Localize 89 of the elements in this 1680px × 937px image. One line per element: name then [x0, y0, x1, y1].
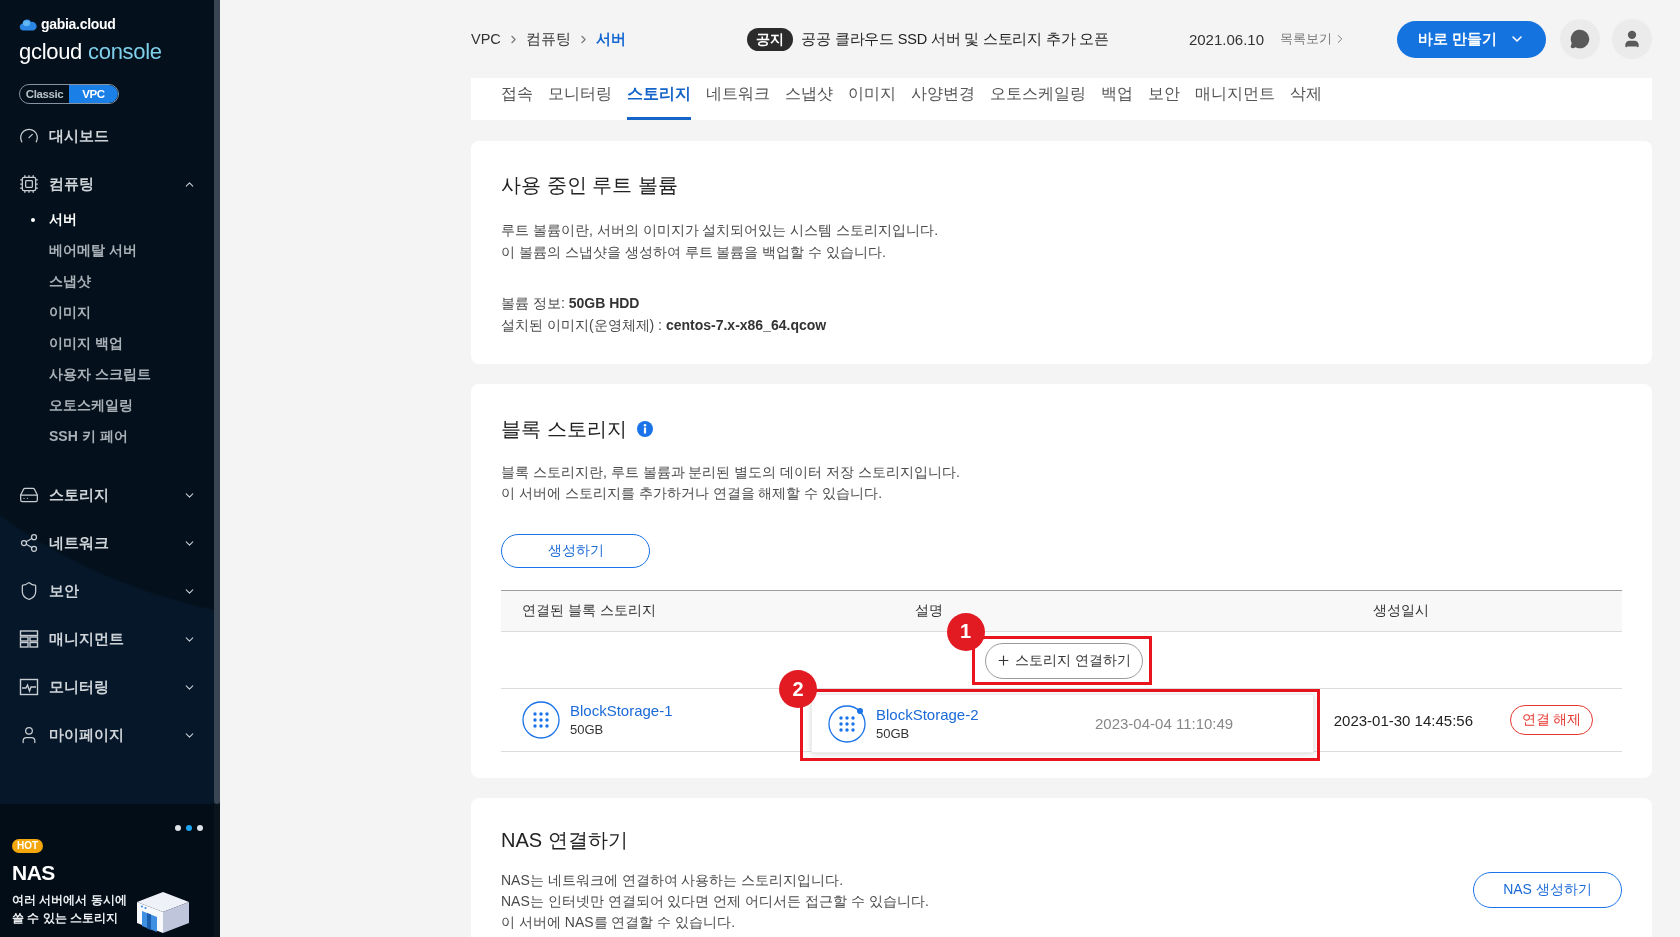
tab[interactable]: 삭제 — [1290, 78, 1322, 120]
monitor-pulse-icon — [19, 677, 39, 697]
storage-box-icon — [136, 891, 190, 933]
notice-date: 2021.06.10 — [1188, 30, 1264, 48]
nav-item[interactable]: 마이페이지 — [0, 711, 214, 759]
nodes-icon — [19, 533, 39, 553]
chip-icon — [19, 174, 39, 194]
storage-grid-icon — [828, 704, 866, 743]
description-text: NAS는 인터넷만 연결되어 있다면 언제 어디서든 접근할 수 있습니다. — [501, 892, 929, 911]
scrollbar-thumb[interactable] — [214, 0, 220, 804]
nav-subitem[interactable]: 베어메탈 서버 — [0, 235, 214, 266]
plus-icon — [996, 653, 1012, 668]
tab[interactable]: 이미지 — [848, 78, 896, 120]
toggle-option[interactable]: Classic — [20, 85, 69, 103]
toggle-option[interactable]: VPC — [69, 85, 118, 103]
description-text: 루트 볼륨이란, 서버의 이미지가 설치되어있는 시스템 스토리지입니다. — [501, 221, 940, 240]
promo-text: 여러 서버에서 동시에 쓸 수 있는 스토리지 — [12, 892, 128, 927]
tab[interactable]: 모니터링 — [548, 78, 612, 120]
product-suffix: console — [88, 39, 162, 65]
disconnect-button[interactable]: 연결 해제 — [1510, 705, 1593, 735]
grid-panel-icon — [19, 629, 39, 649]
nav-subitem[interactable]: 이미지 백업 — [0, 328, 214, 359]
breadcrumb-item[interactable]: 컴퓨팅 — [525, 29, 571, 49]
carousel-dot[interactable] — [175, 825, 181, 831]
storage-size: 50GB — [876, 724, 910, 743]
tab[interactable]: 사양변경 — [911, 78, 975, 120]
column-header: 생성일시 — [1373, 602, 1429, 620]
attach-storage-button[interactable]: 스토리지 연결하기 — [984, 642, 1143, 679]
nav-item[interactable]: 보안 — [0, 567, 214, 615]
tab[interactable]: 접속 — [501, 78, 533, 120]
nav-item[interactable]: 대시보드 — [0, 112, 214, 160]
nav-item[interactable]: 매니지먼트 — [0, 615, 214, 663]
bullet-icon — [31, 217, 35, 222]
hot-badge: HOT — [12, 839, 44, 853]
section-title: 블록 스토리지 — [501, 417, 627, 442]
description-text: 이 볼륨의 스냅샷을 생성하여 루트 볼륨을 백업할 수 있습니다. — [501, 243, 887, 262]
tab[interactable]: 스토리지 — [627, 78, 691, 120]
nav-subitem[interactable]: SSH 키 페어 — [0, 421, 214, 452]
callout-number: 2 — [779, 670, 817, 708]
tab[interactable]: 매니지먼트 — [1195, 78, 1275, 120]
chat-icon — [1570, 29, 1590, 49]
column-header: 설명 — [915, 602, 943, 620]
description-text: NAS는 네트워크에 연결하여 사용하는 스토리지입니다. — [501, 871, 845, 890]
notice-badge: 공지 — [747, 27, 794, 51]
nav-item[interactable]: 스토리지 — [0, 471, 214, 519]
tab[interactable]: 오토스케일링 — [990, 78, 1086, 120]
section-title: NAS 연결하기 — [501, 828, 628, 853]
info-icon[interactable] — [636, 421, 653, 437]
notice-link[interactable]: 공공 클라우드 SSD 서버 및 스토리지 추가 오픈 — [801, 29, 1109, 49]
chat-button[interactable] — [1560, 19, 1600, 59]
storage-grid-icon — [522, 701, 560, 739]
description-text: 이 서버에 스토리지를 추가하거나 연결을 해제할 수 있습니다. — [501, 484, 884, 503]
storage-size: 50GB — [570, 721, 604, 739]
shield-icon — [19, 581, 39, 601]
nav-subitem[interactable]: 스냅샷 — [0, 266, 214, 297]
tab[interactable]: 백업 — [1101, 78, 1133, 120]
detail-text: 볼륨 정보: 50GB HDD — [501, 294, 641, 313]
nav-subitem[interactable]: 이미지 — [0, 297, 214, 328]
breadcrumb-item[interactable]: VPC — [471, 31, 501, 47]
create-nas-button[interactable]: NAS 생성하기 — [1473, 872, 1622, 908]
list-link[interactable]: 목록보기 — [1280, 30, 1347, 48]
created-date: 2023-01-30 14:45:56 — [1333, 711, 1473, 729]
nav-subitem[interactable]: 오토스케일링 — [0, 390, 214, 421]
tab[interactable]: 보안 — [1148, 78, 1180, 120]
product-name: gcloud — [19, 39, 83, 65]
description-text: 이 서버에 NAS를 연결할 수 있습니다. — [501, 913, 737, 932]
section-title: 사용 중인 루트 볼륨 — [501, 173, 678, 198]
storage-name-link[interactable]: BlockStorage-1 — [570, 701, 673, 721]
description-text: 블록 스토리지란, 루트 볼륨과 분리된 별도의 데이터 저장 스토리지입니다. — [501, 463, 961, 482]
tab[interactable]: 스냅샷 — [785, 78, 833, 120]
drive-icon — [19, 485, 39, 505]
carousel-dot[interactable] — [197, 825, 203, 831]
carousel-dot[interactable] — [186, 825, 192, 831]
user-icon — [1622, 29, 1642, 49]
create-storage-button[interactable]: 생성하기 — [501, 534, 650, 568]
tab[interactable]: 네트워크 — [706, 78, 770, 120]
column-header: 연결된 블록 스토리지 — [521, 602, 656, 620]
profile-button[interactable] — [1612, 19, 1652, 59]
create-button[interactable]: 바로 만들기 — [1397, 20, 1546, 58]
nav-subitem[interactable]: 사용자 스크립트 — [0, 359, 214, 390]
nav-item[interactable]: 모니터링 — [0, 663, 214, 711]
brand-name: gabia.cloud — [41, 16, 116, 32]
promo-title: NAS — [12, 860, 55, 886]
detail-text: 설치된 이미지(운영체제) : centos-7.x-x86_64.qcow — [501, 316, 828, 335]
storage-name-link[interactable]: BlockStorage-2 — [876, 704, 979, 725]
nav-item[interactable]: 네트워크 — [0, 519, 214, 567]
breadcrumb-item[interactable]: 서버 — [595, 29, 626, 49]
created-date: 2023-04-04 11:10:49 — [1095, 715, 1234, 732]
cloud-logo-icon — [19, 17, 37, 31]
